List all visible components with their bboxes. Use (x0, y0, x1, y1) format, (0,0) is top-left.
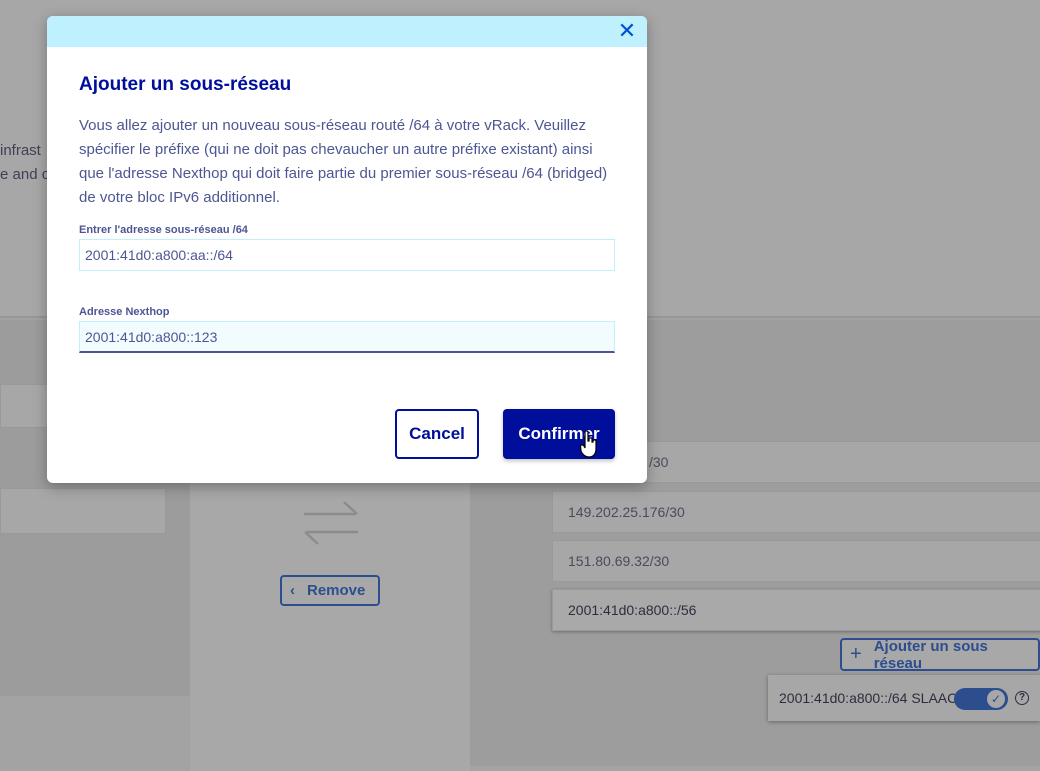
help-icon[interactable]: ? (1015, 691, 1029, 705)
nexthop-input[interactable] (79, 321, 615, 353)
chevron-left-icon: ‹ (290, 582, 295, 599)
hand-cursor-icon (580, 430, 597, 458)
slaac-card: 2001:41d0:a800::/64 SLAAC ✓ ? (768, 675, 1040, 721)
subnet-row[interactable]: 149.202.25.176/30 (552, 491, 1040, 533)
subnet-field-label: Entrer l'adresse sous-réseau /64 (79, 224, 248, 236)
nexthop-field-label: Adresse Nexthop (79, 306, 170, 318)
subnet-input[interactable] (79, 239, 615, 271)
plus-icon: + (850, 643, 862, 665)
modal-title: Ajouter un sous-réseau (79, 74, 292, 95)
check-icon: ✓ (987, 690, 1005, 708)
background-text-line-1: infrast (0, 142, 41, 159)
slaac-toggle[interactable]: ✓ (954, 688, 1008, 710)
left-panel-cell (0, 488, 166, 534)
swap-arrows-icon (304, 501, 358, 545)
close-icon[interactable]: ✕ (617, 20, 637, 42)
cancel-button[interactable]: Cancel (395, 409, 479, 459)
subnet-row-selected[interactable]: 2001:41d0:a800::/56 (552, 589, 1040, 631)
confirm-button[interactable]: Confirmer (503, 409, 615, 459)
remove-button[interactable]: ‹ Remove (280, 575, 380, 606)
add-subnet-button[interactable]: + Ajouter un sous réseau (840, 637, 1040, 672)
background-text-line-2: e and c (0, 166, 50, 183)
add-subnet-button-label: Ajouter un sous réseau (873, 637, 988, 672)
remove-button-label: Remove (307, 582, 366, 599)
subnet-row[interactable]: 151.80.69.32/30 (552, 540, 1040, 582)
add-subnet-modal: ✕ Ajouter un sous-réseau Vous allez ajou… (47, 16, 647, 483)
modal-description: Vous allez ajouter un nouveau sous-résea… (79, 117, 608, 206)
modal-header: ✕ (47, 16, 647, 47)
slaac-label: 2001:41d0:a800::/64 SLAAC (779, 690, 958, 706)
